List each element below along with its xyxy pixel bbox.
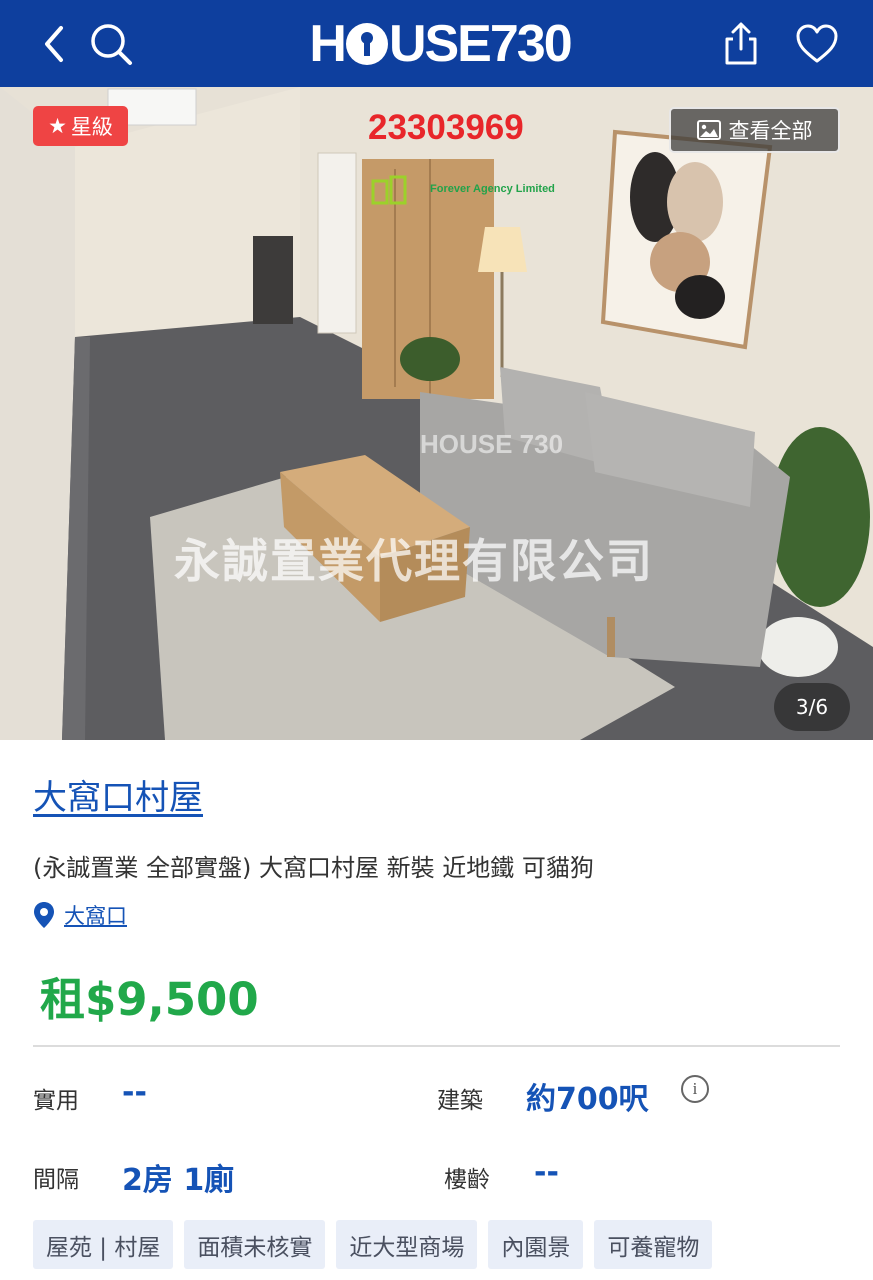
- agency-name-en: Forever Agency Limited: [430, 183, 555, 195]
- keyhole-icon: [345, 23, 388, 65]
- search-button[interactable]: [86, 20, 136, 68]
- listing-subtitle: (永誠置業 全部實盤) 大窩口村屋 新裝 近地鐵 可貓狗: [33, 854, 594, 882]
- tag-pets-allowed[interactable]: 可養寵物: [594, 1220, 713, 1269]
- top-app-bar: H USE730: [0, 0, 873, 87]
- listing-photo[interactable]: Forever Agency Limited 23303969 HOUSE 73…: [0, 87, 873, 740]
- view-all-photos-button[interactable]: 查看全部: [669, 107, 840, 153]
- image-icon: [696, 120, 721, 140]
- photo-counter: 3/6: [774, 683, 850, 731]
- location-link[interactable]: 大窩口: [33, 900, 127, 930]
- gross-area-value: 約700呎: [526, 1082, 649, 1117]
- view-all-label: 查看全部: [728, 119, 813, 143]
- back-button[interactable]: [34, 22, 74, 66]
- saleable-area-value: --: [122, 1075, 147, 1110]
- divider: [33, 1045, 840, 1047]
- layout-label: 間隔: [33, 1167, 79, 1193]
- gross-area-label: 建築: [437, 1088, 483, 1114]
- tag-garden-view[interactable]: 內園景: [488, 1220, 584, 1269]
- tag-estate-village-house[interactable]: 屋苑 | 村屋: [33, 1220, 174, 1269]
- heart-icon: [796, 24, 838, 63]
- building-age-label: 樓齡: [444, 1167, 490, 1193]
- house730-watermark: HOUSE 730: [420, 429, 564, 459]
- layout-value: 2房 1廁: [122, 1163, 235, 1198]
- house730-logo: H USE730: [309, 15, 572, 73]
- star-badge-label: 星級: [70, 115, 113, 139]
- saleable-area-label: 實用: [33, 1088, 79, 1114]
- rent-price: 租$9,500: [40, 973, 259, 1026]
- location-label[interactable]: 大窩口: [64, 900, 127, 930]
- map-pin-icon: [34, 902, 54, 928]
- info-icon[interactable]: i: [681, 1075, 709, 1103]
- favorite-button[interactable]: [790, 18, 844, 70]
- building-age-value: --: [534, 1155, 559, 1190]
- agency-logo-icon: [371, 175, 407, 205]
- agency-phone: 23303969: [368, 108, 524, 147]
- chevron-left-icon: [45, 26, 63, 62]
- listing-title[interactable]: 大窩口村屋: [33, 770, 203, 819]
- share-button[interactable]: [716, 18, 766, 70]
- search-icon: [91, 24, 132, 65]
- star-icon: ★: [48, 114, 67, 138]
- agency-watermark: 永誠置業代理有限公司: [174, 534, 654, 588]
- tag-near-mall[interactable]: 近大型商場: [336, 1220, 478, 1269]
- share-icon: [725, 22, 757, 65]
- tag-area-unverified[interactable]: 面積未核實: [184, 1220, 326, 1269]
- feature-tags: 屋苑 | 村屋 面積未核實 近大型商場 內園景 可養寵物: [33, 1220, 713, 1269]
- star-badge: ★ 星級: [33, 106, 128, 146]
